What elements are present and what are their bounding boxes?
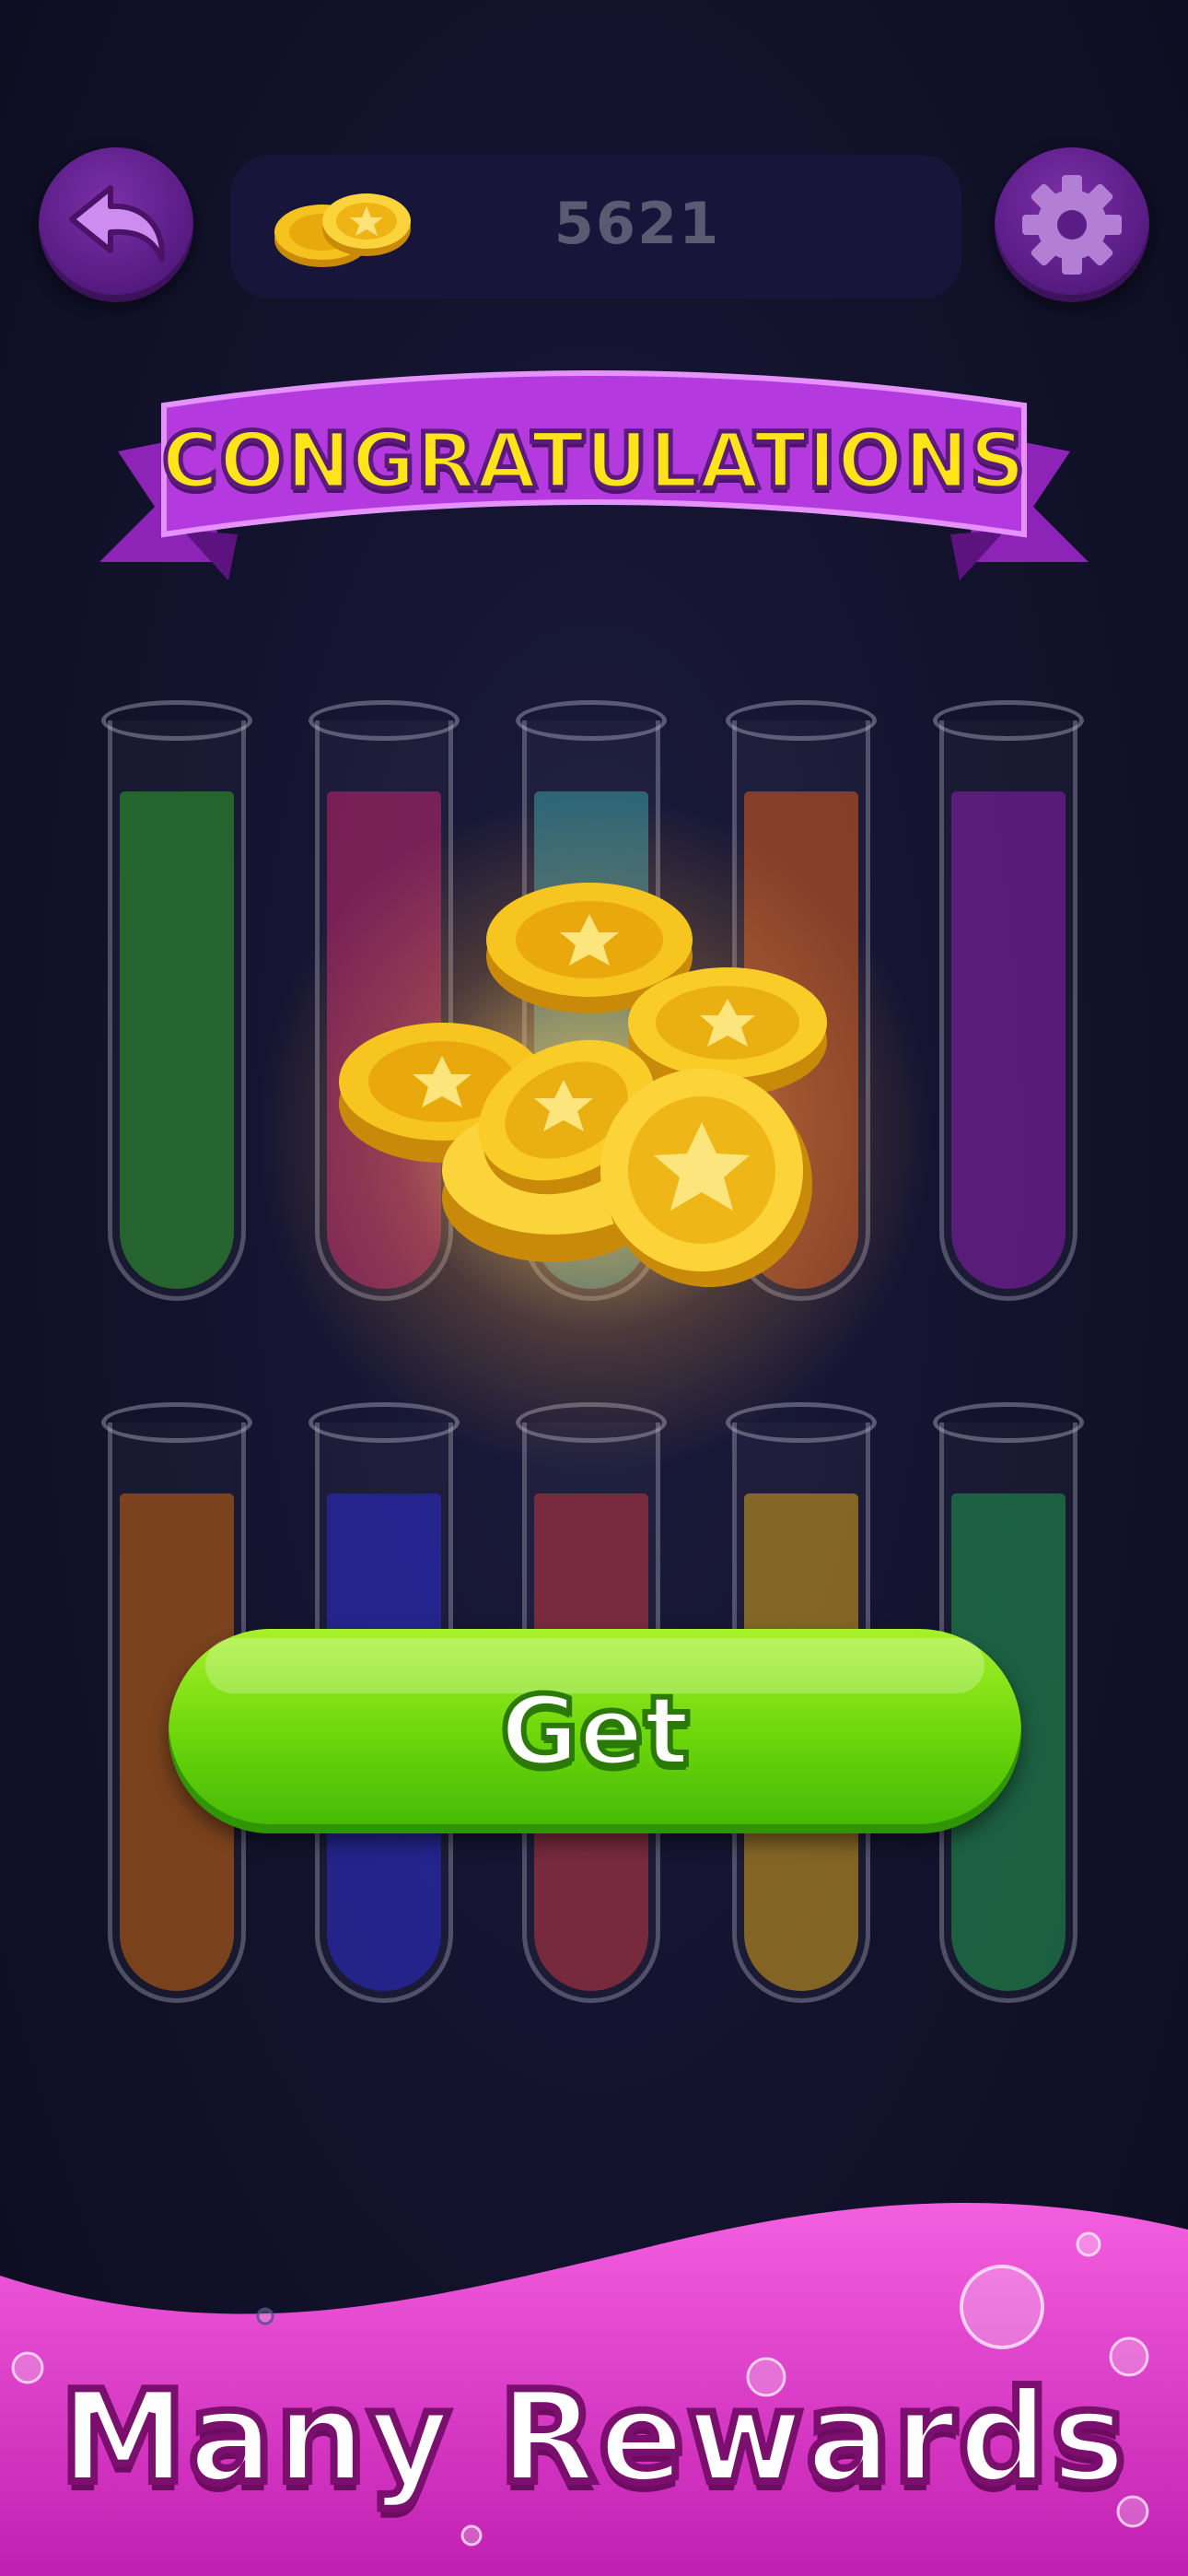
back-button[interactable] [39,147,193,302]
tube-rim [933,700,1084,741]
settings-button[interactable] [995,147,1149,302]
tube-rim [309,700,460,741]
congratulations-title: CONGRATULATIONS [159,414,1028,509]
tube-rim [101,700,252,741]
back-arrow-icon [69,185,166,263]
tube-liquid [951,791,1066,1289]
gear-icon [1022,175,1122,275]
gold-coins-pile-icon [339,883,827,1287]
coin-count: 5621 [553,190,721,257]
tube-rim [726,700,877,741]
test-tube[interactable] [101,700,252,1301]
coin-balance-panel: 5621 [230,155,961,299]
tube-rim [516,700,667,741]
get-button[interactable]: Get [169,1629,1021,1833]
tube-rim [101,1402,252,1443]
tube-rim [933,1402,1084,1443]
tube-liquid [120,791,234,1289]
get-button-label: Get [497,1672,693,1790]
test-tube[interactable] [933,700,1084,1301]
promo-title: Many Rewards [56,2359,1130,2515]
